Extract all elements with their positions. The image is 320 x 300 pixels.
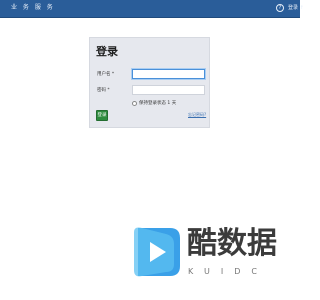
username-label: 用户名 * xyxy=(97,72,115,77)
login-title: 登录 xyxy=(96,45,118,58)
login-card: 登录 用户名 * 密码 * 保持登录状态 1 天 登录 忘记密码? xyxy=(89,37,210,128)
header-login-link[interactable]: 登录 ↑ xyxy=(288,5,304,11)
top-bar: 业 务 服 务 ? 登录 ↑ xyxy=(0,0,304,18)
remember-label: 保持登录状态 1 天 xyxy=(139,101,177,106)
watermark-subtext: KUIDC xyxy=(188,267,268,276)
password-input[interactable] xyxy=(132,85,205,95)
watermark-logo-icon xyxy=(134,227,180,277)
help-icon[interactable]: ? xyxy=(276,4,284,12)
username-input[interactable] xyxy=(132,69,205,79)
brand-title: 业 务 服 务 xyxy=(11,4,55,11)
remember-checkbox[interactable] xyxy=(132,101,137,106)
watermark: 酷数据 KUIDC xyxy=(130,222,290,282)
forgot-password-link[interactable]: 忘记密码? xyxy=(188,112,206,117)
login-button[interactable]: 登录 xyxy=(96,110,108,121)
watermark-text: 酷数据 xyxy=(187,226,277,261)
remember-me[interactable]: 保持登录状态 1 天 xyxy=(132,101,176,106)
password-label: 密码 * xyxy=(97,88,110,93)
